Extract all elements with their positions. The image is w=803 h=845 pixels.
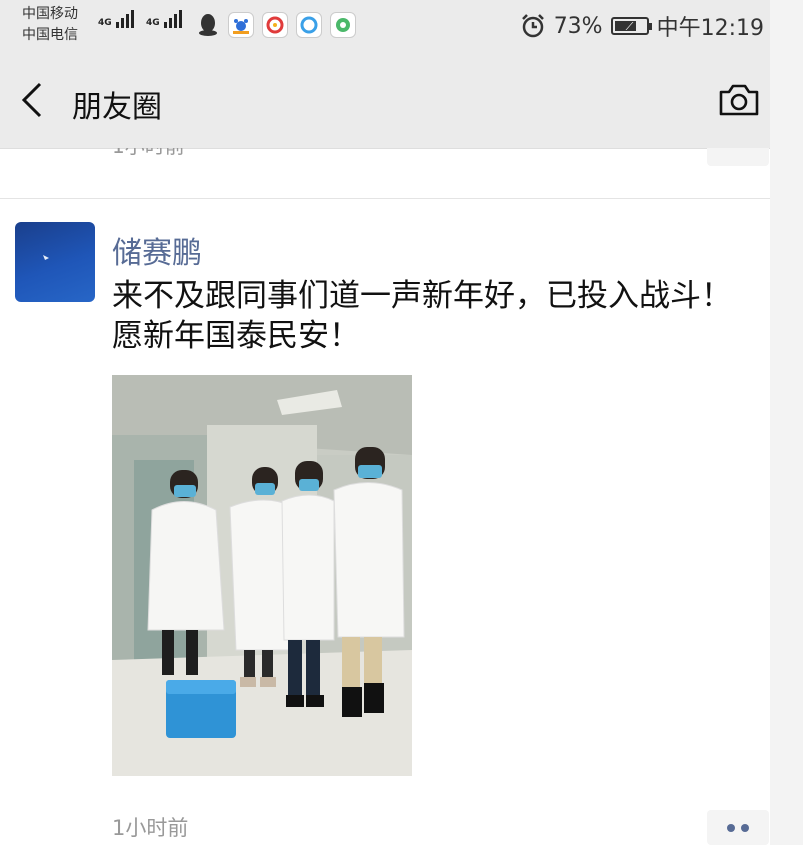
leaf-icon: ⟋ (625, 20, 634, 33)
battery-icon: ⟋ (610, 17, 652, 35)
more-dot-icon (741, 823, 749, 832)
baidu-icon (228, 12, 254, 38)
battery-percent: 73% (553, 13, 603, 39)
post-divider (0, 198, 770, 199)
status-right: 73% ⟋ 中午12:19 (520, 10, 764, 42)
status-time: 中午12:19 (656, 16, 764, 41)
camera-button[interactable] (718, 82, 760, 118)
camera-app-icon (330, 12, 356, 38)
nav-bar: 朋友圈 (0, 52, 770, 149)
notification-icons (196, 12, 356, 38)
alarm-icon (521, 14, 544, 38)
page-title: 朋友圈 (72, 90, 162, 125)
status-bar: 中国移动 中国电信 4G 4G 73% ⟋ 中午12:19 (0, 0, 770, 52)
bird-icon (43, 255, 49, 260)
signal-2-icon: 4G (146, 10, 182, 28)
weibo-icon (262, 12, 288, 38)
post-photo[interactable] (112, 375, 412, 776)
camera-icon (719, 84, 759, 116)
post-time: 1小时前 (112, 816, 189, 840)
more-dot-icon (727, 823, 735, 832)
browser-icon (296, 12, 322, 38)
carrier-1: 中国移动 (22, 6, 78, 22)
post-text: 来不及跟同事们道一声新年好，已投入战斗！愿新年国泰民安！ (112, 278, 732, 354)
post-more-button[interactable] (707, 810, 769, 845)
qq-icon (196, 12, 220, 36)
avatar[interactable] (15, 222, 95, 302)
signal-1-icon: 4G (98, 10, 134, 28)
network-1-label: 4G (98, 18, 112, 28)
back-button[interactable] (18, 80, 58, 120)
network-2-label: 4G (146, 18, 160, 28)
carrier-2: 中国电信 (22, 27, 78, 43)
right-edge-strip (770, 0, 803, 845)
chevron-left-icon (21, 82, 42, 118)
post-username[interactable]: 储赛鹏 (112, 228, 202, 272)
previous-post-more-button[interactable] (707, 148, 769, 166)
carrier-labels: 中国移动 中国电信 (22, 4, 78, 46)
